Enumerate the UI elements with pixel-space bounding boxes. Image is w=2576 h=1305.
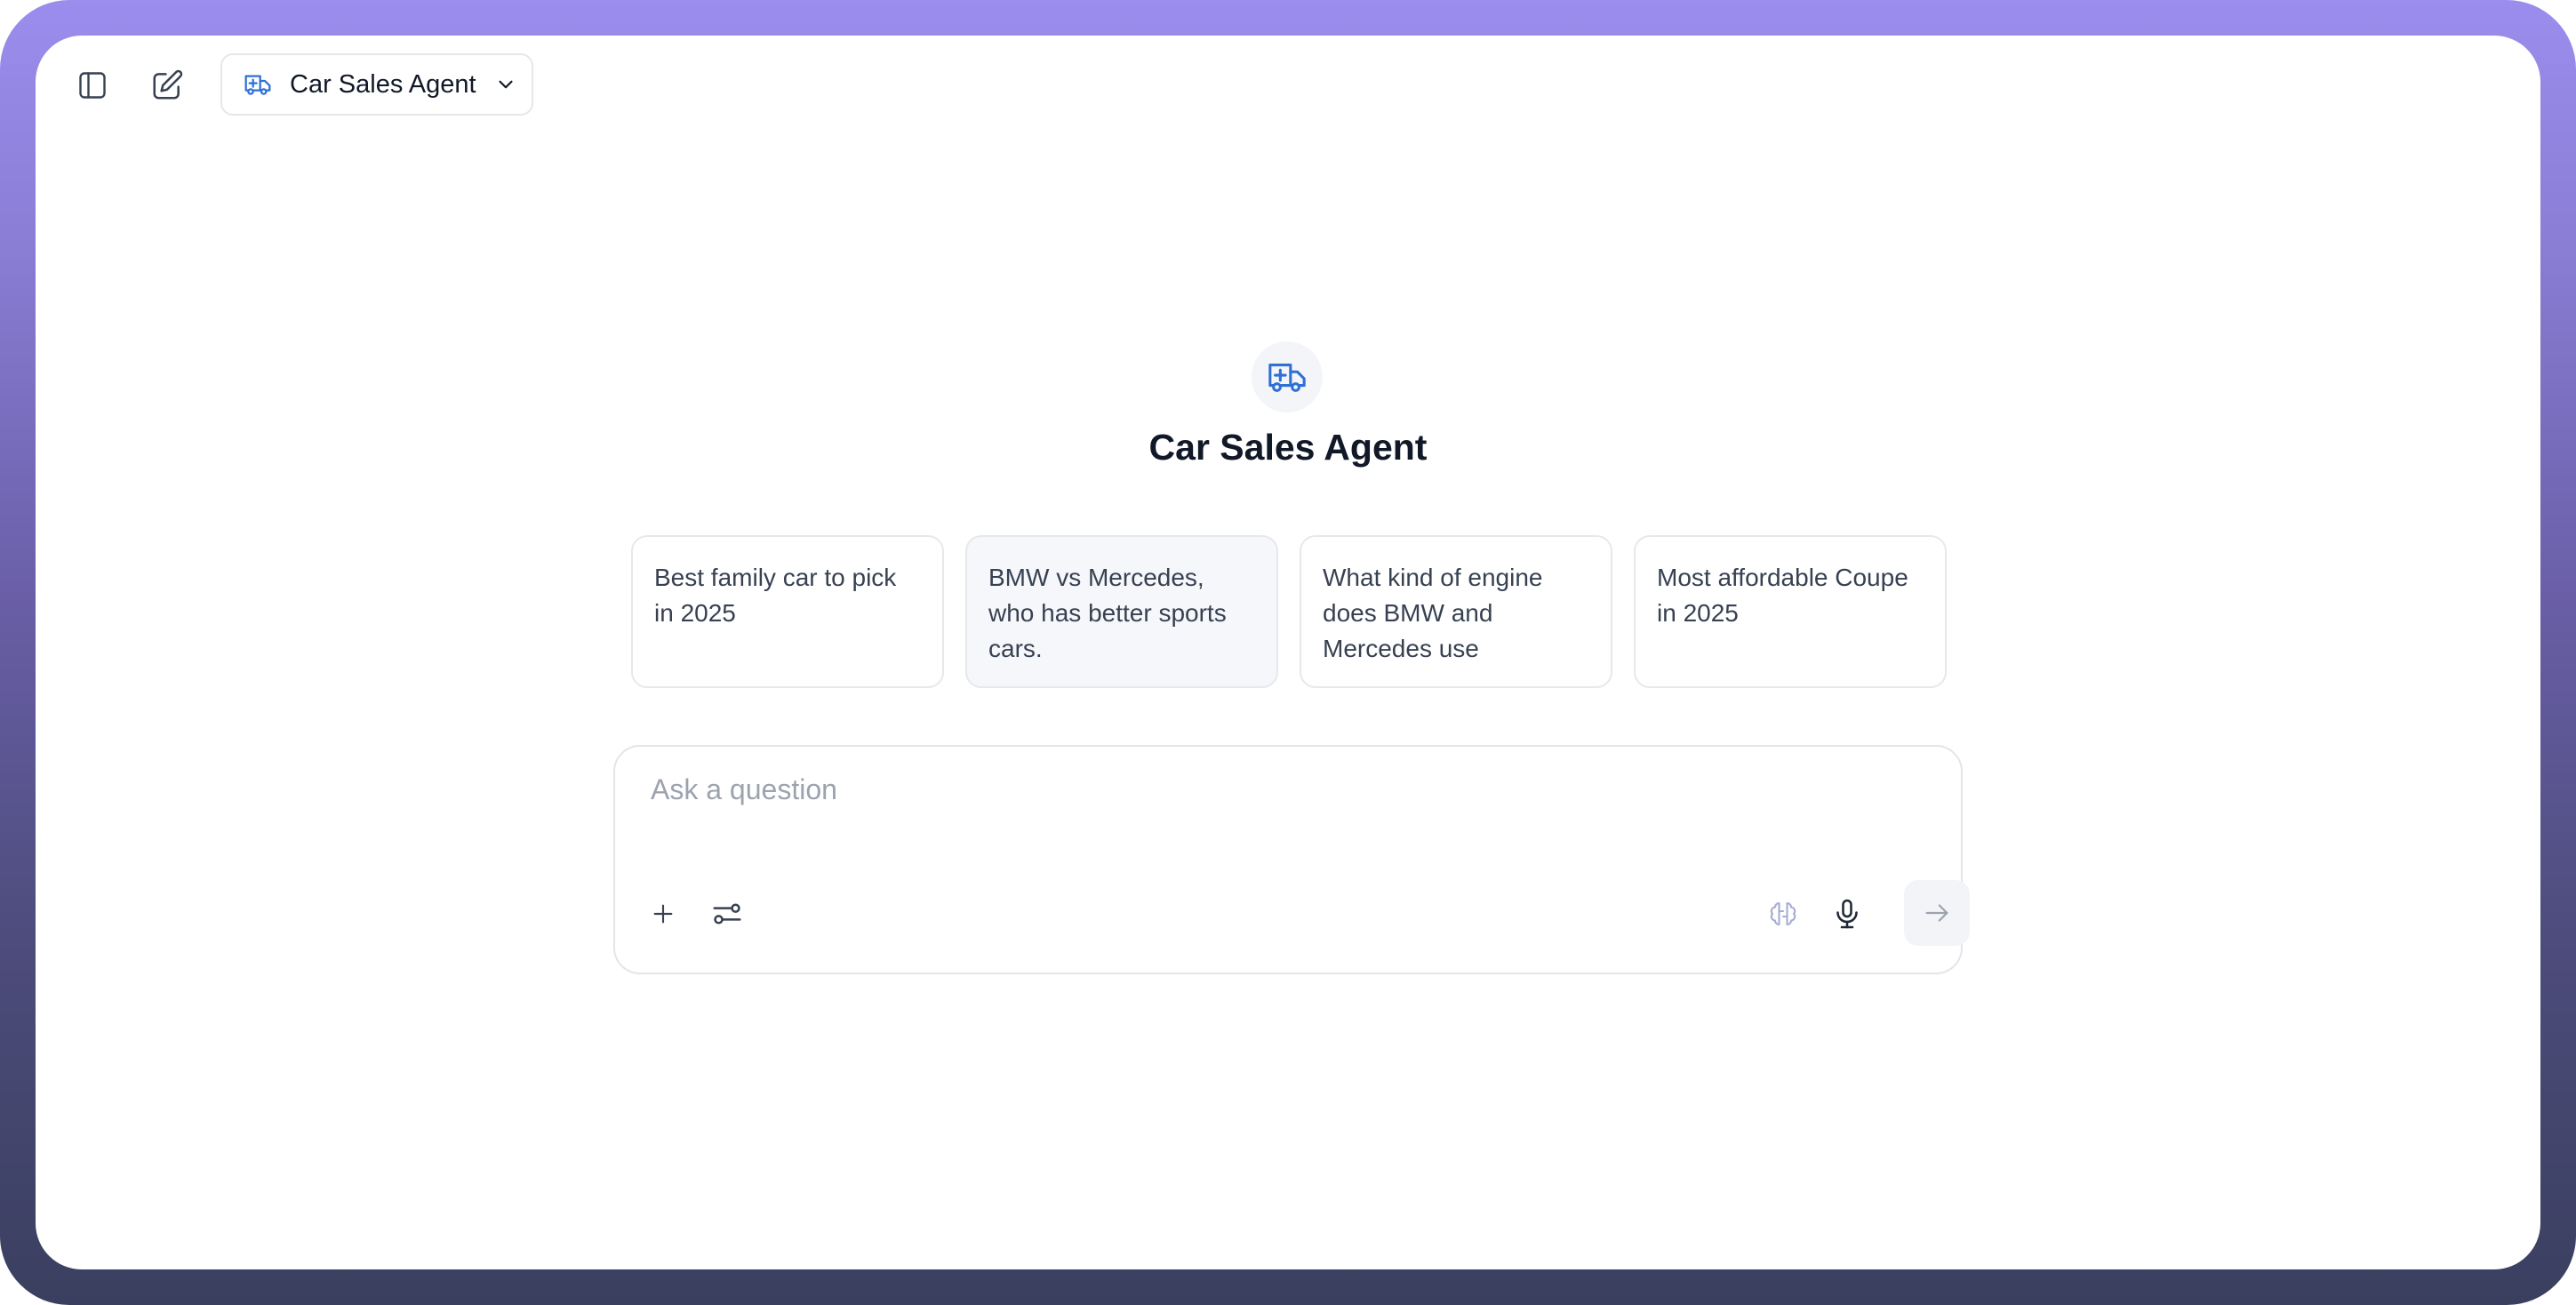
agent-selector-label: Car Sales Agent — [290, 69, 476, 99]
edit-icon — [153, 69, 183, 100]
attach-button[interactable] — [638, 889, 688, 939]
new-chat-button[interactable] — [139, 57, 196, 114]
suggestion-card[interactable]: BMW vs Mercedes, who has better sports c… — [965, 535, 1278, 688]
send-button[interactable] — [1904, 880, 1970, 946]
brain-icon — [1770, 901, 1796, 926]
plus-icon — [653, 904, 673, 924]
arrow-right-icon — [1925, 904, 1948, 922]
agent-selector[interactable]: Car Sales Agent — [220, 53, 533, 116]
sidebar-icon — [79, 72, 106, 99]
app-window: Car Sales Agent Car Sales Agent Best fam… — [36, 36, 2540, 1269]
voice-input-button[interactable] — [1822, 889, 1872, 939]
sidebar-toggle-button[interactable] — [64, 57, 121, 114]
agent-title: Car Sales Agent — [1148, 427, 1428, 468]
truck-icon — [1268, 364, 1306, 392]
suggestion-card[interactable]: Best family car to pick in 2025 — [631, 535, 944, 688]
question-input[interactable] — [651, 773, 1895, 827]
suggestion-card[interactable]: What kind of engine does BMW and Mercede… — [1300, 535, 1612, 688]
microphone-icon — [1836, 899, 1858, 929]
chevron-down-icon — [494, 73, 517, 96]
window-frame: Car Sales Agent Car Sales Agent Best fam… — [0, 0, 2576, 1305]
agent-avatar — [1252, 341, 1323, 412]
suggestion-list: Best family car to pick in 2025 BMW vs M… — [631, 535, 1947, 688]
suggestion-card[interactable]: Most affordable Coupe in 2025 — [1634, 535, 1947, 688]
message-composer — [613, 745, 1970, 974]
sliders-icon — [713, 903, 741, 925]
truck-icon — [244, 70, 272, 99]
reasoning-button[interactable] — [1758, 889, 1808, 939]
tools-button[interactable] — [702, 889, 752, 939]
